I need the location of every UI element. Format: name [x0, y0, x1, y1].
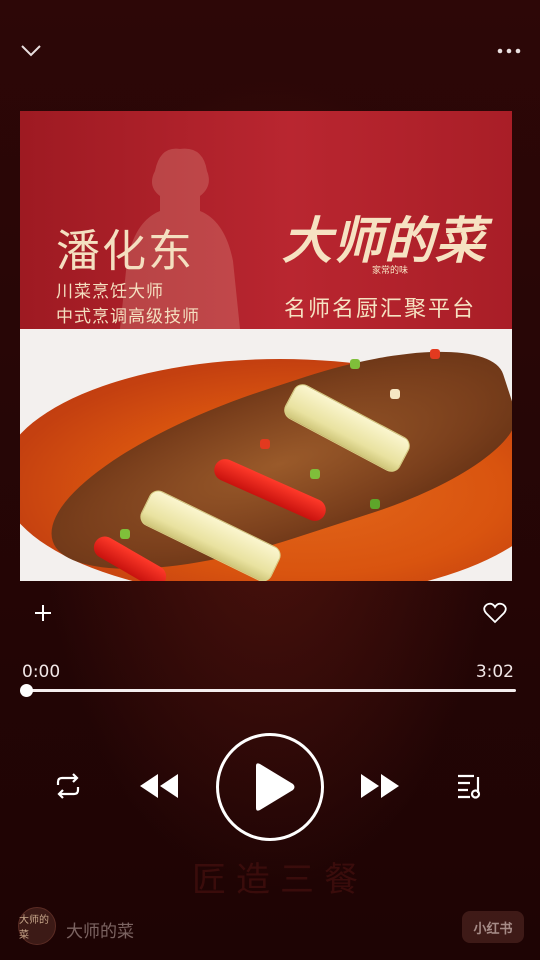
author-avatar[interactable]: 大师的菜: [18, 907, 56, 945]
garnish: [120, 529, 130, 539]
author-name[interactable]: 大师的菜: [66, 917, 134, 942]
slogan: 名师名厨汇聚平台: [284, 297, 477, 322]
fast-forward-icon: [361, 774, 399, 798]
master-title-1: 川菜烹饪大师: [56, 282, 164, 302]
dish-photo: [20, 318, 512, 581]
next-button[interactable]: [354, 760, 406, 812]
rewind-icon: [140, 774, 178, 798]
more-icon[interactable]: [492, 36, 526, 66]
platform-badge: 小红书: [462, 911, 524, 943]
play-icon: [256, 763, 295, 811]
cover-banner: 潘化东 川菜烹饪大师 中式烹调高级技师 大师的菜 家常的味 名师名厨汇聚平台: [20, 111, 512, 329]
garnish: [390, 389, 400, 399]
master-title-2: 中式烹调高级技师: [56, 307, 200, 327]
plus-icon: [35, 605, 51, 621]
chevron-down-icon[interactable]: [14, 36, 48, 66]
current-time: 0:00: [22, 662, 61, 682]
garnish: [430, 349, 440, 359]
progress-thumb[interactable]: [20, 684, 33, 697]
progress-bar[interactable]: [26, 689, 516, 692]
previous-button[interactable]: [133, 760, 185, 812]
total-time: 3:02: [475, 662, 514, 682]
favorite-button[interactable]: [480, 598, 510, 628]
add-to-playlist-button[interactable]: [28, 598, 58, 628]
garnish: [310, 469, 320, 479]
master-name: 潘化东: [56, 226, 194, 277]
playlist-button[interactable]: [444, 760, 496, 812]
brand-tagline: 家常的味: [372, 266, 409, 276]
cover-art: 潘化东 川菜烹饪大师 中式烹调高级技师 大师的菜 家常的味 名师名厨汇聚平台: [20, 111, 512, 581]
heart-icon: [483, 602, 507, 624]
playlist-icon: [458, 774, 481, 799]
garnish: [370, 499, 380, 509]
garnish: [350, 359, 360, 369]
garnish: [260, 439, 270, 449]
repeat-icon: [56, 773, 80, 799]
watermark-text: 匠造三餐: [192, 860, 368, 900]
play-button[interactable]: [216, 733, 324, 841]
repeat-button[interactable]: [42, 760, 94, 812]
